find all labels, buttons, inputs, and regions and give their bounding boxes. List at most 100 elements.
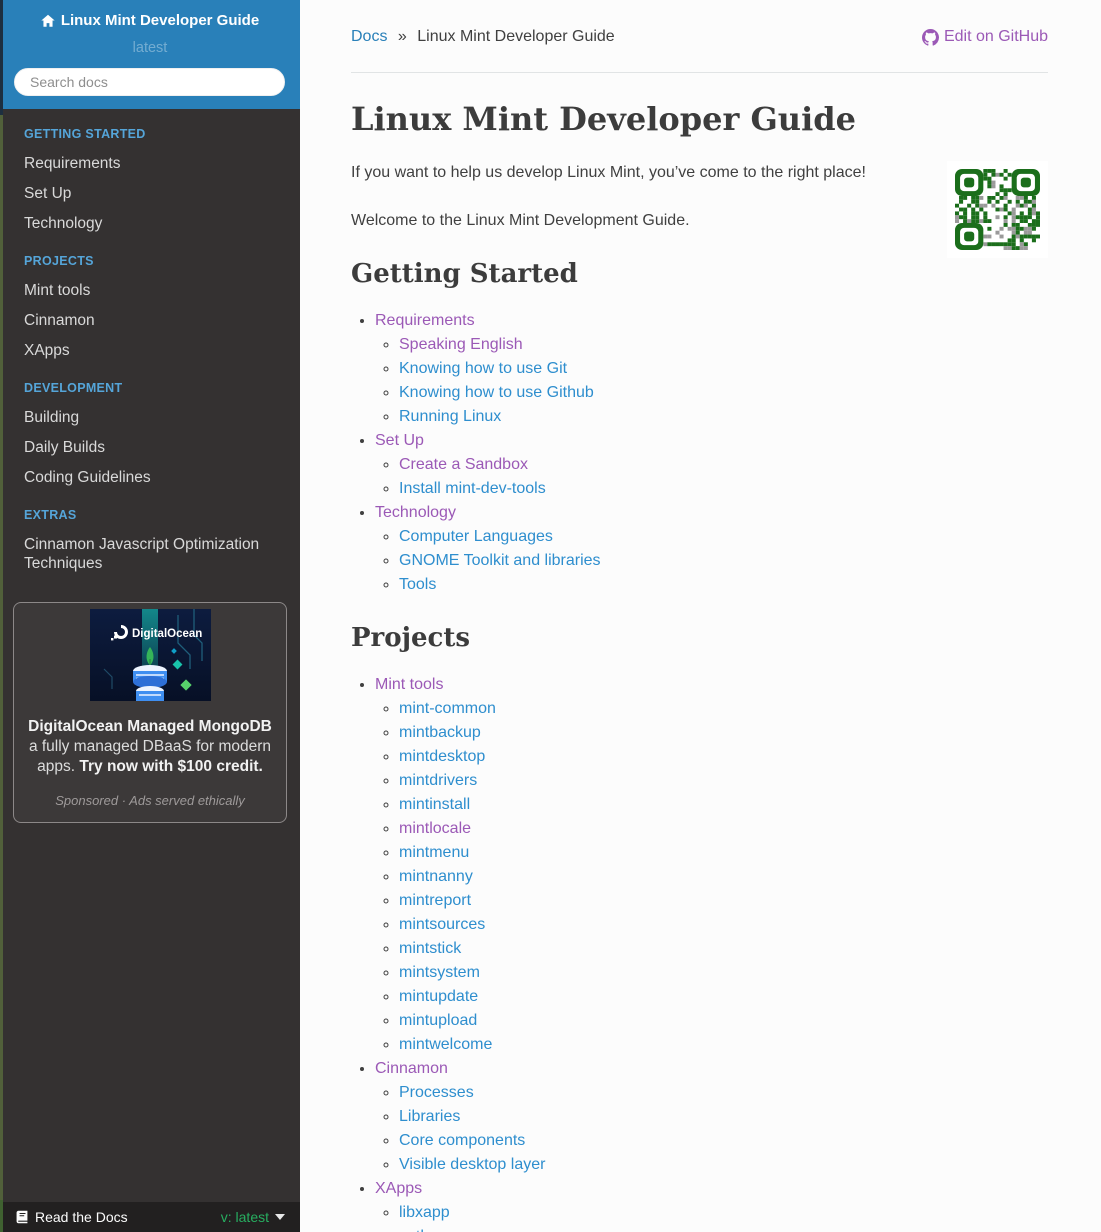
- content-link-mintlocale[interactable]: mintlocale: [399, 820, 471, 837]
- toc-sublist: mint-common mintbackup mintdesktop mintdriv…: [375, 697, 1048, 1057]
- sidebar-section-caption: DEVELOPMENT: [24, 381, 123, 395]
- project-title: Linux Mint Developer Guide: [60, 12, 260, 29]
- list-item: Mint tools mint-common mintbackup mintdeskt…: [375, 673, 1048, 1057]
- intro-paragraph: If you want to help us develop Linux Min…: [351, 164, 866, 181]
- list-item: python-xapp: [399, 1225, 1048, 1232]
- content-link-set-up[interactable]: Set Up: [375, 432, 424, 449]
- content-link-tools[interactable]: Tools: [399, 576, 436, 593]
- ethical-ad[interactable]: DigitalOcean DigitalOcean Managed MongoD…: [13, 602, 287, 823]
- list-item: GNOME Toolkit and libraries: [399, 549, 1048, 573]
- toc-sublist: Computer Languages GNOME Toolkit and libr…: [375, 525, 1048, 597]
- sidebar-item-mint-tools[interactable]: Mint tools: [0, 275, 300, 305]
- sidebar: Linux Mint Developer Guide latest GETTIN…: [0, 0, 300, 1232]
- sidebar-item-technology[interactable]: Technology: [0, 208, 300, 238]
- version-flyout-toggle[interactable]: v: latest: [221, 1209, 285, 1225]
- list-item: mintmenu: [399, 841, 1048, 865]
- edit-on-github-link[interactable]: Edit on GitHub: [921, 28, 1048, 46]
- list-item: XApps libxapp python-xapp: [375, 1177, 1048, 1232]
- content-link-python-xapp[interactable]: python-xapp: [399, 1228, 487, 1232]
- content-link-libraries[interactable]: Libraries: [399, 1108, 460, 1125]
- content-link-mint-common[interactable]: mint-common: [399, 700, 496, 717]
- list-item: mint-common: [399, 697, 1048, 721]
- content-link-mintnanny[interactable]: mintnanny: [399, 868, 473, 885]
- list-item: mintstick: [399, 937, 1048, 961]
- list-item: Processes: [399, 1081, 1048, 1105]
- list-item: Tools: [399, 573, 1048, 597]
- book-icon: [16, 1210, 28, 1224]
- list-item: Visible desktop layer: [399, 1153, 1048, 1177]
- content-link-speaking-english[interactable]: Speaking English: [399, 336, 523, 353]
- ad-text-bold: DigitalOcean Managed MongoDB: [28, 718, 272, 735]
- github-icon: [921, 28, 939, 46]
- content-link-mintupdate[interactable]: mintupdate: [399, 988, 478, 1005]
- ad-text: DigitalOcean Managed MongoDB a fully man…: [28, 718, 272, 775]
- list-item: mintsystem: [399, 961, 1048, 985]
- content-link-mintinstall[interactable]: mintinstall: [399, 796, 470, 813]
- toc-sublist: Processes Libraries Core components Visible…: [375, 1081, 1048, 1177]
- content-link-core-components[interactable]: Core components: [399, 1132, 525, 1149]
- readthedocs-footer: Read the Docs v: latest: [0, 1202, 300, 1232]
- content-link-install-mint-dev-tools[interactable]: Install mint-dev-tools: [399, 480, 546, 497]
- content-link-knowing-how-to-use-git[interactable]: Knowing how to use Git: [399, 360, 567, 377]
- screen-edge-stripe: [0, 0, 3, 1232]
- list-item: mintupload: [399, 1009, 1048, 1033]
- search-input[interactable]: [14, 68, 285, 96]
- toc-sublist: libxapp python-xapp: [375, 1201, 1048, 1232]
- ad-sponsored-label: Sponsored · Ads served ethically: [55, 793, 245, 808]
- content-link-mintdrivers[interactable]: mintdrivers: [399, 772, 477, 789]
- sidebar-section-caption: EXTRAS: [24, 508, 77, 522]
- content-link-mint-tools[interactable]: Mint tools: [375, 676, 443, 693]
- intro-paragraph: Welcome to the Linux Mint Development Gu…: [351, 212, 690, 229]
- sidebar-item-daily-builds[interactable]: Daily Builds: [0, 432, 300, 462]
- sidebar-nav: GETTING STARTED Requirements Set Up Technol…: [0, 109, 300, 578]
- content-link-mintstick[interactable]: mintstick: [399, 940, 461, 957]
- sidebar-item-requirements[interactable]: Requirements: [0, 148, 300, 178]
- content-link-running-linux[interactable]: Running Linux: [399, 408, 501, 425]
- content-link-mintbackup[interactable]: mintbackup: [399, 724, 481, 741]
- content-link-mintmenu[interactable]: mintmenu: [399, 844, 469, 861]
- content-link-mintdesktop[interactable]: mintdesktop: [399, 748, 485, 765]
- content-link-create-a-sandbox[interactable]: Create a Sandbox: [399, 456, 528, 473]
- content-link-processes[interactable]: Processes: [399, 1084, 474, 1101]
- sidebar-item-xapps[interactable]: XApps: [0, 335, 300, 365]
- sidebar-item-set-up[interactable]: Set Up: [0, 178, 300, 208]
- content-link-mintwelcome[interactable]: mintwelcome: [399, 1036, 492, 1053]
- content-link-technology[interactable]: Technology: [375, 504, 456, 521]
- list-item: mintwelcome: [399, 1033, 1048, 1057]
- ad-text-cta: Try now with $100 credit.: [79, 758, 263, 775]
- content-link-mintsystem[interactable]: mintsystem: [399, 964, 480, 981]
- content-link-requirements[interactable]: Requirements: [375, 312, 475, 329]
- content-link-libxapp[interactable]: libxapp: [399, 1204, 450, 1221]
- list-item: mintnanny: [399, 865, 1048, 889]
- list-item: Knowing how to use Github: [399, 381, 1048, 405]
- list-item: Speaking English: [399, 333, 1048, 357]
- content-link-visible-desktop-layer[interactable]: Visible desktop layer: [399, 1156, 545, 1173]
- content-link-mintsources[interactable]: mintsources: [399, 916, 485, 933]
- content-link-mintupload[interactable]: mintupload: [399, 1012, 477, 1029]
- list-item: Cinnamon Processes Libraries Core component…: [375, 1057, 1048, 1177]
- content-link-cinnamon[interactable]: Cinnamon: [375, 1060, 448, 1077]
- breadcrumb-docs-link[interactable]: Docs: [351, 28, 387, 45]
- content-link-gnome-toolkit-and-libraries[interactable]: GNOME Toolkit and libraries: [399, 552, 601, 569]
- home-icon: [41, 14, 55, 27]
- sidebar-item-cinnamon[interactable]: Cinnamon: [0, 305, 300, 335]
- list-item: Core components: [399, 1129, 1048, 1153]
- toc-list: Requirements Speaking English Knowing how …: [351, 309, 1048, 597]
- list-item: Computer Languages: [399, 525, 1048, 549]
- list-item: mintreport: [399, 889, 1048, 913]
- content-link-computer-languages[interactable]: Computer Languages: [399, 528, 553, 545]
- toc-list: Mint tools mint-common mintbackup mintdeskt…: [351, 673, 1048, 1232]
- sidebar-item-coding-guidelines[interactable]: Coding Guidelines: [0, 462, 300, 492]
- content-link-knowing-how-to-use-github[interactable]: Knowing how to use Github: [399, 384, 594, 401]
- sidebar-item-cinnamon-javascript-optimization-techniques[interactable]: Cinnamon Javascript Optimization Techniq…: [0, 529, 300, 578]
- content-link-xapps[interactable]: XApps: [375, 1180, 422, 1197]
- sidebar-item-building[interactable]: Building: [0, 402, 300, 432]
- content-link-mintreport[interactable]: mintreport: [399, 892, 471, 909]
- readthedocs-link[interactable]: Read the Docs: [15, 1209, 128, 1225]
- list-item: mintinstall: [399, 793, 1048, 817]
- toc-sublist: Speaking English Knowing how to use Git Kn…: [375, 333, 1048, 429]
- readthedocs-label: Read the Docs: [35, 1209, 128, 1225]
- section-heading: Projects: [351, 623, 471, 653]
- breadcrumb: Docs » Linux Mint Developer Guide: [351, 28, 615, 46]
- project-home-link[interactable]: Linux Mint Developer Guide: [41, 11, 259, 31]
